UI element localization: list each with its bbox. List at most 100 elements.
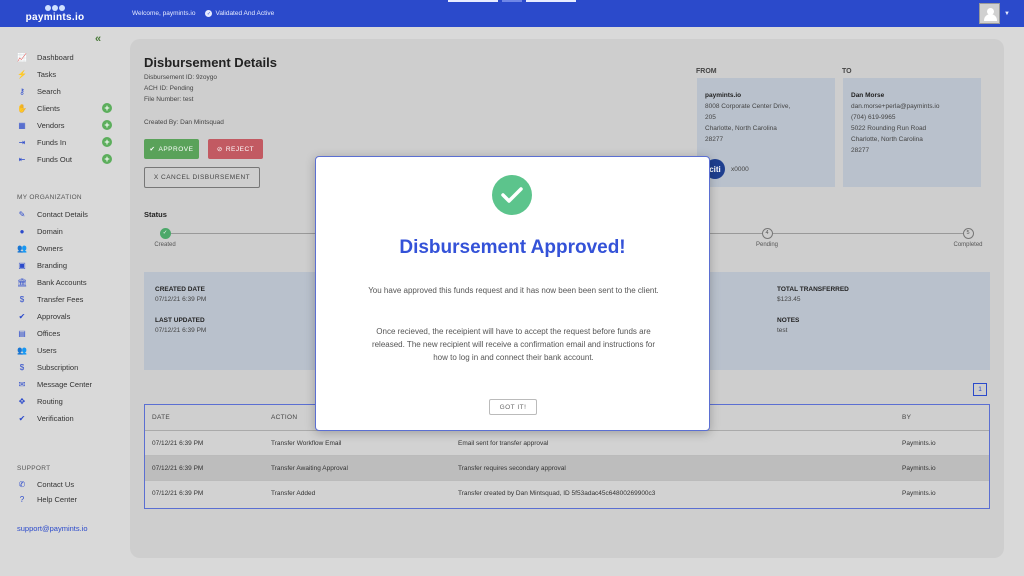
check-circle-icon: ✓ [205, 10, 213, 17]
sidebar-item-label: Help Center [37, 494, 78, 504]
from-address2: 205 [705, 114, 716, 121]
sidebar: « 📈 Dashboard ⚡ Tasks ⚷ Search ✋ Clients… [0, 27, 118, 576]
sidebar-item-label: Branding [37, 260, 68, 270]
sidebar-item-message-center[interactable]: ✉ Message Center [17, 377, 112, 391]
sidebar-item-label: Vendors [37, 120, 65, 130]
from-name: paymints.io [705, 92, 742, 99]
reject-button[interactable]: ⊘ REJECT [208, 139, 263, 159]
sidebar-item-subscription[interactable]: $ Subscription [17, 360, 112, 374]
created-date-value: 07/12/21 6:39 PM [155, 296, 207, 303]
sidebar-item-domain[interactable]: ● Domain [17, 224, 112, 238]
sidebar-item-label: Owners [37, 243, 63, 253]
add-client-icon[interactable]: + [102, 103, 112, 113]
row-date: 07/12/21 6:39 PM [152, 490, 204, 497]
sidebar-item-owners[interactable]: 👥 Owners [17, 241, 112, 255]
sidebar-item-contact-us[interactable]: ✆ Contact Us [17, 477, 112, 491]
sidebar-item-branding[interactable]: ▣ Branding [17, 258, 112, 272]
step-label: Completed [953, 242, 983, 248]
sidebar-item-vendors[interactable]: ▦ Vendors + [17, 118, 112, 132]
logo-mark [45, 4, 65, 11]
check-icon: ✔ [149, 146, 156, 153]
sidebar-item-label: Tasks [37, 69, 57, 79]
got-it-button[interactable]: GOT IT! [489, 399, 537, 415]
sidebar-item-transfer-fees[interactable]: $ Transfer Fees [17, 292, 112, 306]
sidebar-item-label: Clients [37, 103, 60, 113]
sidebar-item-label: Domain [37, 226, 63, 236]
sidebar-item-dashboard[interactable]: 📈 Dashboard [17, 50, 112, 64]
file-number: File Number: test [144, 96, 194, 103]
sidebar-item-label: Routing [37, 396, 63, 406]
row-action: Transfer Awaiting Approval [271, 464, 348, 472]
status-step-pending: 4 Pending [737, 228, 797, 248]
sidebar-item-tasks[interactable]: ⚡ Tasks [17, 67, 112, 81]
add-funds-in-icon[interactable]: + [102, 137, 112, 147]
ban-icon: ⊘ [216, 146, 223, 153]
to-name: Dan Morse [851, 92, 885, 99]
total-transferred-value: $123.45 [777, 296, 801, 303]
from-label: FROM [696, 68, 717, 75]
step-marker: ✓ [159, 228, 171, 239]
disbursement-id: Disbursement ID: 9zoygo [144, 74, 217, 81]
last-updated-label: LAST UPDATED [155, 317, 205, 324]
dollar-icon: $ [19, 294, 25, 304]
to-address: 5022 Rounding Run Road [851, 125, 927, 132]
sidebar-item-label: Bank Accounts [37, 277, 87, 287]
from-city: Charlotte, North Carolina [705, 125, 777, 132]
sign-in-icon: ⇥ [18, 137, 26, 147]
user-avatar[interactable] [979, 3, 1000, 24]
sidebar-item-verification[interactable]: ✔ Verification [17, 411, 112, 425]
globe-icon: ● [19, 226, 25, 236]
sidebar-item-funds-in[interactable]: ⇥ Funds In + [17, 135, 112, 149]
sidebar-item-help-center[interactable]: ? Help Center [17, 492, 112, 506]
sidebar-item-routing[interactable]: ✥ Routing [17, 394, 112, 408]
column-header-by[interactable]: BY [902, 414, 911, 421]
chevron-down-icon[interactable]: ▼ [1004, 11, 1010, 17]
to-box: Dan Morse dan.morse+perla@paymints.io (7… [843, 78, 981, 187]
status-step-created: ✓ Created [135, 228, 195, 248]
sidebar-item-label: Message Center [37, 379, 93, 389]
logo[interactable]: paymints.io [0, 4, 110, 23]
ach-id: ACH ID: Pending [144, 85, 194, 92]
last-updated-value: 07/12/21 6:39 PM [155, 327, 207, 334]
org-section-label: MY ORGANIZATION [17, 194, 82, 201]
users-icon: 👥 [17, 243, 27, 253]
sidebar-item-label: Contact Details [37, 209, 88, 219]
step-label: Created [154, 242, 176, 248]
support-email-link[interactable]: support@paymints.io [17, 524, 88, 533]
collapse-sidebar-icon[interactable]: « [95, 33, 101, 45]
sidebar-item-approvals[interactable]: ✔ Approvals [17, 309, 112, 323]
sidebar-item-label: Subscription [37, 362, 79, 372]
cancel-disbursement-button[interactable]: X CANCEL DISBURSEMENT [144, 167, 260, 188]
top-indicator [448, 0, 576, 2]
sidebar-item-contact-details[interactable]: ✎ Contact Details [17, 207, 112, 221]
sidebar-item-label: Users [37, 345, 57, 355]
sidebar-item-bank-accounts[interactable]: 🏛 Bank Accounts [17, 275, 112, 289]
phone-icon: ✆ [18, 479, 26, 489]
add-funds-out-icon[interactable]: + [102, 154, 112, 164]
logo-text: paymints.io [25, 11, 85, 23]
to-zip: 28277 [851, 147, 870, 154]
step-label: Pending [755, 242, 779, 248]
success-check-icon [492, 175, 532, 215]
sidebar-item-users[interactable]: 👥 Users [17, 343, 112, 357]
from-address1: 8008 Corporate Center Drive, [705, 103, 791, 110]
to-email: dan.morse+perla@paymints.io [851, 103, 940, 110]
bank-icon: 🏛 [17, 277, 28, 287]
sidebar-item-funds-out[interactable]: ⇤ Funds Out + [17, 152, 112, 166]
approve-button[interactable]: ✔ APPROVE [144, 139, 199, 159]
pagination-page[interactable]: 1 [973, 383, 987, 396]
row-by: Paymints.io [902, 439, 936, 447]
sidebar-item-label: Funds Out [37, 154, 73, 164]
row-action: Transfer Workflow Email [271, 439, 342, 447]
sidebar-item-offices[interactable]: ▤ Offices [17, 326, 112, 340]
sidebar-item-clients[interactable]: ✋ Clients + [17, 101, 112, 115]
arrows-icon: ✥ [18, 396, 26, 406]
reject-label: REJECT [225, 145, 255, 153]
sidebar-item-label: Approvals [37, 311, 71, 321]
add-vendor-icon[interactable]: + [102, 120, 112, 130]
modal-title: Disbursement Approved! [399, 237, 626, 258]
column-header-action[interactable]: ACTION [271, 414, 297, 421]
column-header-date[interactable]: DATE [152, 414, 170, 421]
sidebar-item-search[interactable]: ⚷ Search [17, 84, 112, 98]
from-box: paymints.io 8008 Corporate Center Drive,… [697, 78, 835, 187]
